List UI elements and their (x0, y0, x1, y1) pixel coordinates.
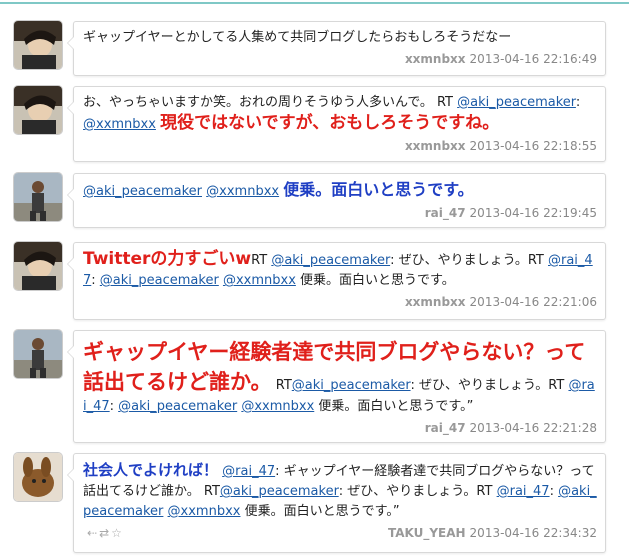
tweet-meta: xxmnbxx 2013-04-16 22:16:49 (83, 52, 597, 70)
mention-link[interactable]: @aki_peacemaker (457, 95, 576, 110)
tweet-username[interactable]: TAKU_YEAH (388, 526, 466, 540)
tweet-timestamp[interactable]: 2013-04-16 22:19:45 (470, 206, 597, 220)
tweet-username[interactable]: xxmnbxx (405, 139, 466, 153)
reply-icon[interactable]: ⇠ (87, 526, 97, 540)
tweet-username[interactable]: xxmnbxx (405, 295, 466, 309)
mention-link[interactable]: @aki_peacemaker (83, 184, 202, 199)
tweet-text-segment: お、やっちゃいますか笑。おれの周りそうゆう人多いんで。 RT (83, 95, 458, 110)
tweet-text: @aki_peacemaker @xxmnbxx 便乗。面白いと思うです。 (83, 180, 597, 202)
tweet-meta: ⇠ ⇄ ☆ TAKU_YEAH 2013-04-16 22:34:32 (83, 526, 597, 544)
emphasis-text: 現役ではないですが、おもしろそうですね。 (160, 113, 500, 133)
tweet-timestamp[interactable]: 2013-04-16 22:16:49 (470, 52, 597, 66)
tweet-text-segment: : (91, 273, 100, 288)
tweet-meta: rai_47 2013-04-16 22:19:45 (83, 206, 597, 224)
mention-link[interactable]: @xxmnbxx (83, 117, 156, 132)
tweet-text-segment: ギャップイヤーとかしてる人集めて共同ブログしたらおもしろそうだなー (83, 30, 512, 45)
tweet-actions: ⇠ ⇄ ☆ (87, 526, 124, 540)
tweet-username[interactable]: xxmnbxx (405, 52, 466, 66)
avatar[interactable] (14, 330, 62, 378)
mention-link[interactable]: @aki_peacemaker (100, 273, 219, 288)
tweet-text: お、やっちゃいますか笑。おれの周りそうゆう人多いんで。 RT @aki_peac… (83, 93, 597, 135)
avatar-image (14, 173, 62, 221)
tweet-bubble: お、やっちゃいますか笑。おれの周りそうゆう人多いんで。 RT @aki_peac… (67, 86, 606, 162)
avatar-image (14, 453, 62, 501)
tweet-text: ギャップイヤー経験者達で共同ブログやらない？って話出てるけど誰か。 RT@aki… (83, 337, 597, 417)
tweet-text-segment: : (109, 399, 119, 414)
tweet-text-segment: : (575, 95, 581, 110)
tweet-bubble: ギャップイヤーとかしてる人集めて共同ブログしたらおもしろそうだなー xxmnbx… (67, 21, 606, 76)
tweet-text-segment: : ぜひ、やりましょう。RT (338, 484, 497, 499)
emphasis-text: 便乗。面白いと思うです。 (283, 180, 474, 199)
avatar-image (14, 242, 62, 290)
tweet-timestamp[interactable]: 2013-04-16 22:21:28 (470, 421, 597, 435)
tweet-timestamp[interactable]: 2013-04-16 22:18:55 (470, 139, 597, 153)
mention-link[interactable]: @aki_peacemaker (118, 399, 237, 414)
tweet-text-segment: RT (251, 253, 272, 268)
tweet-bubble: ギャップイヤー経験者達で共同ブログやらない？って話出てるけど誰か。 RT@aki… (67, 330, 606, 443)
tweet-text-segment: : ぜひ、やりましょう。RT (390, 253, 548, 268)
tweet-meta: xxmnbxx 2013-04-16 22:21:06 (83, 295, 597, 313)
mention-link[interactable]: @xxmnbxx (241, 399, 314, 414)
avatar[interactable] (14, 21, 62, 69)
tweet-meta: rai_47 2013-04-16 22:21:28 (83, 421, 597, 439)
mention-link[interactable]: @aki_peacemaker (292, 378, 411, 393)
avatar-image (14, 330, 62, 378)
avatar[interactable] (14, 173, 62, 221)
mention-link[interactable]: @xxmnbxx (168, 504, 241, 519)
tweet-text: ギャップイヤーとかしてる人集めて共同ブログしたらおもしろそうだなー (83, 28, 597, 48)
tweet-timestamp[interactable]: 2013-04-16 22:34:32 (470, 526, 597, 540)
mention-link[interactable]: @rai_47 (222, 464, 275, 479)
tweet-meta: xxmnbxx 2013-04-16 22:18:55 (83, 139, 597, 157)
favorite-icon[interactable]: ☆ (111, 526, 122, 540)
tweet-text-segment: 便乗。面白いと思うです。” (240, 504, 400, 519)
tweet-text-segment: : ぜひ、やりましょう。RT (410, 378, 569, 393)
avatar-image (14, 86, 62, 134)
tweet-text-segment: 便乗。面白いと思うです。 (295, 273, 455, 288)
tweet-text: 社会人でよければ！ @rai_47: ギャップイヤー経験者達で共同ブログやらない… (83, 460, 597, 522)
avatar[interactable] (14, 86, 62, 134)
mention-link[interactable]: @aki_peacemaker (220, 484, 339, 499)
tweet-username[interactable]: rai_47 (425, 421, 466, 435)
avatar[interactable] (14, 242, 62, 290)
mention-link[interactable]: @aki_peacemaker (271, 253, 390, 268)
tweet-timestamp[interactable]: 2013-04-16 22:21:06 (470, 295, 597, 309)
tweet-username[interactable]: rai_47 (425, 206, 466, 220)
tweet-text-segment: RT (271, 378, 292, 393)
mention-link[interactable]: @rai_47 (497, 484, 550, 499)
retweet-icon[interactable]: ⇄ (99, 526, 109, 540)
tweet-bubble: Twitterの力すごいwRT @aki_peacemaker: ぜひ、やりまし… (67, 242, 606, 320)
emphasis-text: 社会人でよければ！ (83, 461, 219, 479)
tweet-text-segment: 便乗。面白いと思うです。” (314, 399, 474, 414)
tweet-bubble: @aki_peacemaker @xxmnbxx 便乗。面白いと思うです。 ra… (67, 173, 606, 228)
mention-link[interactable]: @xxmnbxx (223, 273, 296, 288)
avatar[interactable] (14, 453, 62, 501)
tweet-text: Twitterの力すごいwRT @aki_peacemaker: ぜひ、やりまし… (83, 249, 597, 291)
mention-link[interactable]: @xxmnbxx (206, 184, 279, 199)
top-divider (0, 2, 629, 4)
tweet-text-segment: : (549, 484, 559, 499)
avatar-image (14, 21, 62, 69)
emphasis-text: Twitterの力すごいw (83, 249, 252, 269)
tweet-bubble: 社会人でよければ！ @rai_47: ギャップイヤー経験者達で共同ブログやらない… (67, 453, 606, 553)
